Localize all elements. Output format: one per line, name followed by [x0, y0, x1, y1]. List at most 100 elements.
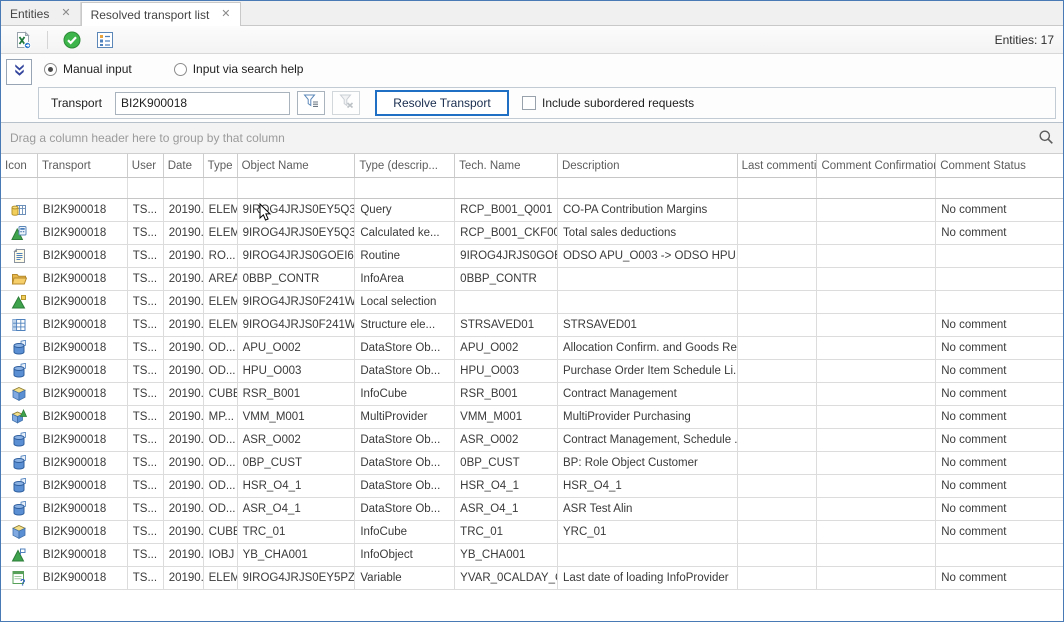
cell-description[interactable] [558, 268, 738, 290]
cell-type[interactable]: MP... [204, 406, 238, 428]
cell-date[interactable]: 20190... [164, 291, 204, 313]
cell-last_comment[interactable] [738, 222, 818, 244]
cell-date[interactable]: 20190... [164, 222, 204, 244]
radio-manual-input[interactable]: Manual input [44, 62, 132, 76]
cell-date[interactable]: 20190... [164, 452, 204, 474]
table-row[interactable]: BI2K900018TS...20190...CUBETRC_01InfoCub… [1, 521, 1063, 544]
radio-input-via-search-help[interactable]: Input via search help [174, 62, 304, 76]
cell-comment_confirmation[interactable] [817, 222, 936, 244]
close-icon[interactable]: ✕ [61, 8, 70, 19]
cell-description[interactable]: ODSO APU_O003 -> ODSO HPU... [558, 245, 738, 267]
auto-filter-cell[interactable] [936, 178, 1063, 198]
cell-tech_name[interactable]: HSR_O4_1 [455, 475, 558, 497]
cell-description[interactable]: HSR_O4_1 [558, 475, 738, 497]
cell-object_name[interactable]: 9IROG4JRJS0EY5PZ... [238, 567, 356, 589]
cell-type[interactable]: OD... [204, 337, 238, 359]
cell-transport[interactable]: BI2K900018 [38, 452, 128, 474]
cell-tech_name[interactable]: ASR_O4_1 [455, 498, 558, 520]
cell-transport[interactable]: BI2K900018 [38, 199, 128, 221]
cell-tech_name[interactable]: ASR_O002 [455, 429, 558, 451]
export-to-excel-icon[interactable] [10, 28, 36, 51]
cell-description[interactable]: YRC_01 [558, 521, 738, 543]
cell-date[interactable]: 20190... [164, 521, 204, 543]
close-icon[interactable]: ✕ [221, 9, 230, 20]
cell-transport[interactable]: BI2K900018 [38, 291, 128, 313]
table-row[interactable]: BI2K900018TS...20190...OD...HPU_O003Data… [1, 360, 1063, 383]
cell-type_desc[interactable]: DataStore Ob... [355, 360, 455, 382]
cell-description[interactable]: Contract Management [558, 383, 738, 405]
cell-type[interactable]: ELEM [204, 222, 238, 244]
auto-filter-cell[interactable] [204, 178, 238, 198]
cell-object_name[interactable]: YB_CHA001 [238, 544, 356, 566]
cell-last_comment[interactable] [738, 383, 818, 405]
collapse-panel-button[interactable] [6, 59, 32, 85]
auto-filter-cell[interactable] [455, 178, 558, 198]
cell-comment_confirmation[interactable] [817, 383, 936, 405]
cell-comment_status[interactable]: No comment [936, 314, 1063, 336]
cell-tech_name[interactable]: STRSAVED01 [455, 314, 558, 336]
cell-comment_confirmation[interactable] [817, 452, 936, 474]
cell-comment_confirmation[interactable] [817, 245, 936, 267]
cell-comment_confirmation[interactable] [817, 567, 936, 589]
table-row[interactable]: BI2K900018TS...20190...RO...9IROG4JRJS0G… [1, 245, 1063, 268]
cell-last_comment[interactable] [738, 314, 818, 336]
cell-date[interactable]: 20190... [164, 406, 204, 428]
cell-type[interactable]: ELEM [204, 567, 238, 589]
cell-date[interactable]: 20190... [164, 337, 204, 359]
cell-last_comment[interactable] [738, 498, 818, 520]
cell-user[interactable]: TS... [128, 314, 164, 336]
cell-user[interactable]: TS... [128, 360, 164, 382]
cell-description[interactable]: ASR Test Alin [558, 498, 738, 520]
filter-button[interactable] [297, 91, 325, 115]
cell-user[interactable]: TS... [128, 498, 164, 520]
cell-object_name[interactable]: ASR_O4_1 [238, 498, 356, 520]
cell-last_comment[interactable] [738, 521, 818, 543]
cell-description[interactable]: Allocation Confirm. and Goods Re... [558, 337, 738, 359]
cell-comment_confirmation[interactable] [817, 199, 936, 221]
cell-description[interactable]: Total sales deductions [558, 222, 738, 244]
auto-filter-cell[interactable] [128, 178, 164, 198]
resolve-transport-button[interactable]: Resolve Transport [375, 90, 509, 116]
column-header[interactable]: Icon [1, 154, 38, 177]
cell-type_desc[interactable]: Variable [355, 567, 455, 589]
cell-object_name[interactable]: 9IROG4JRJS0F241W... [238, 291, 356, 313]
cell-tech_name[interactable]: HPU_O003 [455, 360, 558, 382]
table-row[interactable]: BI2K900018TS...20190...ELEM9IROG4JRJS0EY… [1, 567, 1063, 590]
cell-user[interactable]: TS... [128, 222, 164, 244]
cell-type[interactable]: RO... [204, 245, 238, 267]
cell-type[interactable]: ELEM [204, 199, 238, 221]
tab-entities[interactable]: Entities ✕ [1, 2, 81, 25]
cell-object_name[interactable]: 9IROG4JRJS0GOEI6... [238, 245, 356, 267]
column-header[interactable]: Object Name [238, 154, 356, 177]
cell-user[interactable]: TS... [128, 429, 164, 451]
cell-date[interactable]: 20190... [164, 567, 204, 589]
cell-type[interactable]: OD... [204, 498, 238, 520]
cell-object_name[interactable]: TRC_01 [238, 521, 356, 543]
cell-last_comment[interactable] [738, 475, 818, 497]
cell-user[interactable]: TS... [128, 245, 164, 267]
cell-comment_status[interactable]: No comment [936, 475, 1063, 497]
tab-resolved-transport-list[interactable]: Resolved transport list ✕ [81, 2, 241, 26]
auto-filter-cell[interactable] [164, 178, 204, 198]
details-view-icon[interactable] [92, 28, 118, 51]
cell-description[interactable]: CO-PA Contribution Margins [558, 199, 738, 221]
column-header[interactable]: Date [164, 154, 204, 177]
cell-type[interactable]: AREA [204, 268, 238, 290]
cell-comment_confirmation[interactable] [817, 337, 936, 359]
cell-type[interactable]: ELEM [204, 314, 238, 336]
magnifier-icon[interactable] [1038, 129, 1054, 148]
cell-object_name[interactable]: 9IROG4JRJS0EY5Q3... [238, 222, 356, 244]
cell-object_name[interactable]: APU_O002 [238, 337, 356, 359]
table-row[interactable]: BI2K900018TS...20190...OD...APU_O002Data… [1, 337, 1063, 360]
cell-date[interactable]: 20190... [164, 314, 204, 336]
cell-transport[interactable]: BI2K900018 [38, 567, 128, 589]
cell-description[interactable]: Contract Management, Schedule ... [558, 429, 738, 451]
column-header[interactable]: Description [558, 154, 738, 177]
confirm-icon[interactable] [59, 28, 85, 51]
auto-filter-cell[interactable] [38, 178, 128, 198]
include-subordered-checkbox[interactable]: Include subordered requests [522, 96, 694, 110]
clear-filter-button[interactable] [332, 91, 360, 115]
cell-type_desc[interactable]: Routine [355, 245, 455, 267]
cell-description[interactable]: STRSAVED01 [558, 314, 738, 336]
cell-user[interactable]: TS... [128, 291, 164, 313]
